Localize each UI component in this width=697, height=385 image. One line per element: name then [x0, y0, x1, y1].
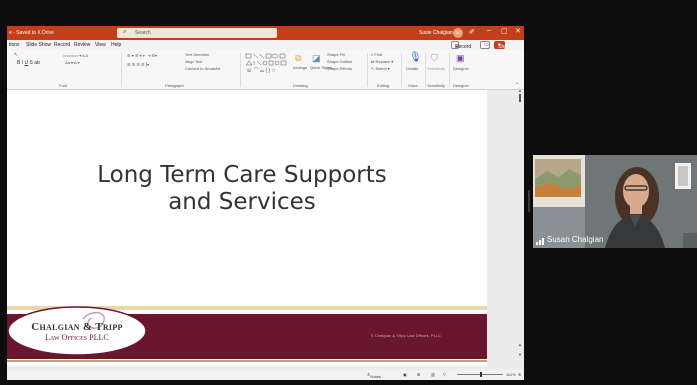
scroll-up-icon[interactable]: ▲: [518, 88, 522, 93]
pen-icon[interactable]: ✐: [469, 28, 475, 36]
status-bar: ≙ Notes ▣ ⊞ ▥ ▽ 111% ⊕: [7, 370, 524, 380]
search-box[interactable]: ⌕ Search: [117, 28, 277, 38]
notes-button[interactable]: ≙ Notes: [367, 372, 381, 379]
current-slide[interactable]: Long Term Care Supports and Services Cha…: [7, 90, 487, 366]
group-divider: [240, 53, 241, 87]
search-icon: ⌕: [123, 29, 127, 35]
group-divider: [449, 53, 450, 87]
zoom-slider-thumb[interactable]: [480, 372, 482, 377]
logo-name: Chalgian & Tripp: [31, 321, 123, 333]
menu-item-slide-show[interactable]: Slide Show: [26, 42, 51, 48]
text-direction-button[interactable]: Text Direction: [185, 52, 209, 57]
font-size-box[interactable]: ▭▭▭▭ ▾ A A: [63, 53, 88, 58]
left-cursor-mark: ↖: [14, 52, 19, 58]
prev-slide-icon[interactable]: ▲: [518, 342, 522, 347]
next-slide-icon[interactable]: ▼: [518, 352, 522, 357]
menu-item-view[interactable]: View: [95, 42, 106, 48]
list-buttons[interactable]: ☰ ▾ ☰ ▾ ⇤ ⇥ ☰▾: [127, 53, 157, 58]
share-button[interactable]: Share ▾: [494, 41, 511, 50]
minimize-icon[interactable]: –: [487, 27, 491, 34]
dictate-button[interactable]: Dictate: [406, 66, 418, 71]
arrange-icon: ⧉: [295, 53, 302, 63]
slide-sorter-icon[interactable]: ⊞: [417, 372, 420, 377]
drawing-group-label: Drawing: [293, 83, 308, 88]
slide-editing-area: Long Term Care Supports and Services Cha…: [7, 88, 524, 370]
title-bar: e - Saved to X Drive ⌕ Search Susie Chal…: [7, 26, 524, 40]
shape-effects-button[interactable]: Shape Effects: [327, 66, 352, 71]
arrange-button[interactable]: Arrange: [293, 65, 307, 70]
fit-slide-icon[interactable]: ⊕: [518, 372, 521, 377]
svg-text:☏ ⌒ ⌓ { } ☆: ☏ ⌒ ⌓ { } ☆: [246, 68, 276, 74]
participant-name: Susan Chalgian: [547, 235, 604, 244]
group-divider: [401, 53, 402, 87]
sensitivity-icon: ⛉: [431, 53, 438, 63]
shapes-gallery[interactable]: ☏ ⌒ ⌓ { } ☆: [245, 53, 291, 75]
align-buttons[interactable]: ☰ ☰ ☰ ☰ ⫿▾: [127, 62, 149, 67]
sensitivity-group-label: Sensitivity: [427, 83, 446, 88]
slide-footer-line: [7, 360, 487, 362]
powerpoint-window: e - Saved to X Drive ⌕ Search Susie Chal…: [7, 26, 524, 380]
designer-icon: ▣: [456, 53, 465, 63]
zoom-level[interactable]: 111%: [506, 372, 516, 377]
search-placeholder: Search: [135, 30, 151, 36]
convert-smartart-button[interactable]: Convert to SmartArt: [185, 66, 220, 71]
group-divider: [367, 53, 368, 87]
ribbon: B I U S ab ▭▭▭▭ ▾ A A Aa ▾ A ▾ Font ☰ ▾ …: [7, 50, 524, 90]
group-divider: [121, 53, 122, 87]
shape-fill-button[interactable]: Shape Fill: [327, 52, 345, 57]
menu-bar: tions Slide Show Record Review View Help…: [7, 40, 524, 50]
select-button[interactable]: ↖ Select ▾: [371, 66, 390, 71]
editing-group-label: Editing: [377, 83, 390, 88]
user-name[interactable]: Susie Chalgian: [419, 30, 453, 36]
logo-subtitle: Law Offices PLLC: [45, 333, 109, 342]
voice-group-label: Voice: [408, 83, 418, 88]
menu-item-animations[interactable]: tions: [9, 42, 20, 48]
menu-item-review[interactable]: Review: [74, 42, 90, 48]
find-button[interactable]: ⌕ Find: [371, 52, 382, 57]
collapse-ribbon-icon[interactable]: ⌄: [515, 80, 519, 86]
vertical-scrollbar[interactable]: ▲ ▲ ▼: [517, 88, 524, 370]
shape-outline-button[interactable]: Shape Outline: [327, 59, 352, 64]
designer-button[interactable]: Designer: [453, 66, 469, 71]
record-button[interactable]: ● Record: [451, 41, 471, 50]
panel-resize-handle[interactable]: [528, 190, 530, 212]
slideshow-icon[interactable]: ▽: [443, 372, 446, 377]
document-title[interactable]: e - Saved to X Drive: [9, 30, 54, 36]
designer-group-label: Designer: [453, 83, 470, 88]
font-format-buttons[interactable]: B I U S ab: [17, 60, 40, 66]
quick-styles-icon: ◪: [312, 53, 321, 63]
signal-strength-icon: [536, 238, 544, 245]
normal-view-icon[interactable]: ▣: [403, 372, 407, 377]
group-divider: [425, 53, 426, 87]
zoom-slider[interactable]: [457, 372, 503, 377]
close-icon[interactable]: ✕: [515, 27, 521, 35]
slide-title[interactable]: Long Term Care Supports and Services: [47, 162, 437, 216]
restore-icon[interactable]: ▢: [501, 27, 508, 35]
video-tile[interactable]: Susan Chalgian: [533, 155, 697, 248]
microphone-icon: 🎙: [409, 52, 422, 63]
user-avatar[interactable]: SC: [453, 28, 463, 38]
firm-logo: Chalgian & Tripp Law Offices PLLC: [7, 300, 147, 356]
replace-button[interactable]: ⇄ Replace ▾: [371, 59, 393, 64]
paragraph-group-label: Paragraph: [165, 83, 184, 88]
slide-copyright: © Chalgian & Tripp Law Offices, PLLC: [371, 334, 442, 338]
comments-icon[interactable]: ▭: [480, 41, 490, 49]
font-group-label: Font: [59, 83, 68, 88]
menu-item-record[interactable]: Record: [54, 42, 70, 48]
scroll-thumb[interactable]: [519, 94, 521, 102]
font-color-tools[interactable]: Aa ▾ A ▾: [65, 60, 79, 65]
align-text-button[interactable]: Align Text: [185, 59, 202, 64]
menu-item-help[interactable]: Help: [111, 42, 121, 48]
sensitivity-button[interactable]: Sensitivity: [427, 66, 445, 71]
reading-view-icon[interactable]: ▥: [431, 372, 435, 377]
